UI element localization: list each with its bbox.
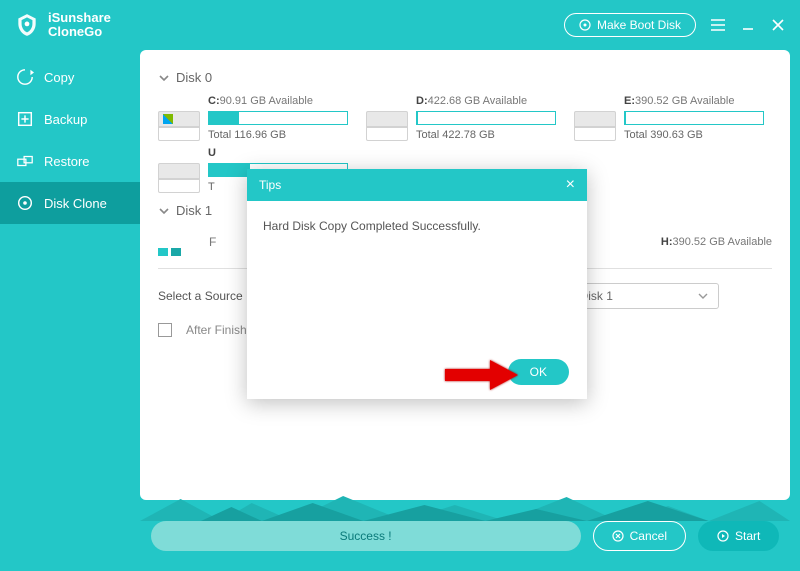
progress-status: Success ! [151,521,581,551]
backup-icon [16,110,34,128]
disk-0-header[interactable]: Disk 0 [158,70,772,85]
cancel-icon [612,530,624,542]
drive-icon [158,163,200,193]
annotation-arrow [440,355,520,400]
sidebar: Copy Backup Restore Disk Clone [0,50,140,500]
dialog-close-button[interactable]: × [566,176,575,194]
sidebar-item-copy[interactable]: Copy [0,56,140,98]
play-icon [717,530,729,542]
drive-icon [366,111,408,141]
title-bar: iSunshareCloneGo Make Boot Disk [0,0,800,50]
menu-icon[interactable] [710,17,726,33]
sidebar-item-label: Copy [44,70,74,85]
partition-f-label: F [209,235,216,249]
footer: Success ! Cancel Start [0,500,800,571]
sidebar-item-label: Backup [44,112,87,127]
disk-name: Disk 1 [176,203,212,218]
minimize-icon[interactable] [740,17,756,33]
start-button[interactable]: Start [698,521,779,551]
restore-icon [16,152,34,170]
usage-bar [624,111,764,125]
partition-h[interactable]: H:390.52 GB Available [661,236,772,248]
partition-d[interactable]: D:422.68 GB Available Total 422.78 GB [366,95,556,141]
cancel-label: Cancel [630,529,667,543]
partition-c[interactable]: C:90.91 GB Available Total 116.96 GB [158,95,348,141]
chevron-down-icon [698,291,708,301]
target-disk-dropdown[interactable]: Disk 1 [569,283,719,309]
start-label: Start [735,529,760,543]
copy-icon [16,68,34,86]
total-size: Total 116.96 GB [208,129,348,141]
clone-icon [16,194,34,212]
dialog-title: Tips [259,178,281,192]
usage-bar [416,111,556,125]
app-logo: iSunshareCloneGo [14,11,111,40]
app-title: iSunshareCloneGo [48,11,111,40]
chevron-down-icon [158,205,170,217]
sidebar-item-backup[interactable]: Backup [0,98,140,140]
tips-dialog: Tips × Hard Disk Copy Completed Successf… [247,169,587,399]
chevron-down-icon [158,72,170,84]
sidebar-item-label: Disk Clone [44,196,107,211]
dialog-titlebar: Tips × [247,169,587,201]
make-boot-disk-button[interactable]: Make Boot Disk [564,13,696,37]
sidebar-item-restore[interactable]: Restore [0,140,140,182]
total-size: Total 422.78 GB [416,129,556,141]
sidebar-item-disk-clone[interactable]: Disk Clone [0,182,140,224]
disk-0-partitions: C:90.91 GB Available Total 116.96 GB D:4… [158,95,772,141]
os-flag-icon [158,248,181,256]
usage-bar [208,111,348,125]
disk-name: Disk 0 [176,70,212,85]
after-finished-checkbox[interactable] [158,323,172,337]
total-size: Total 390.63 GB [624,129,764,141]
app-logo-icon [14,12,40,38]
drive-icon [574,111,616,141]
sidebar-item-label: Restore [44,154,90,169]
drive-icon [158,111,200,141]
close-icon[interactable] [770,17,786,33]
make-boot-label: Make Boot Disk [597,18,681,32]
cancel-button[interactable]: Cancel [593,521,686,551]
partition-e[interactable]: E:390.52 GB Available Total 390.63 GB [574,95,764,141]
dialog-message: Hard Disk Copy Completed Successfully. [247,201,587,251]
disc-icon [579,19,591,31]
